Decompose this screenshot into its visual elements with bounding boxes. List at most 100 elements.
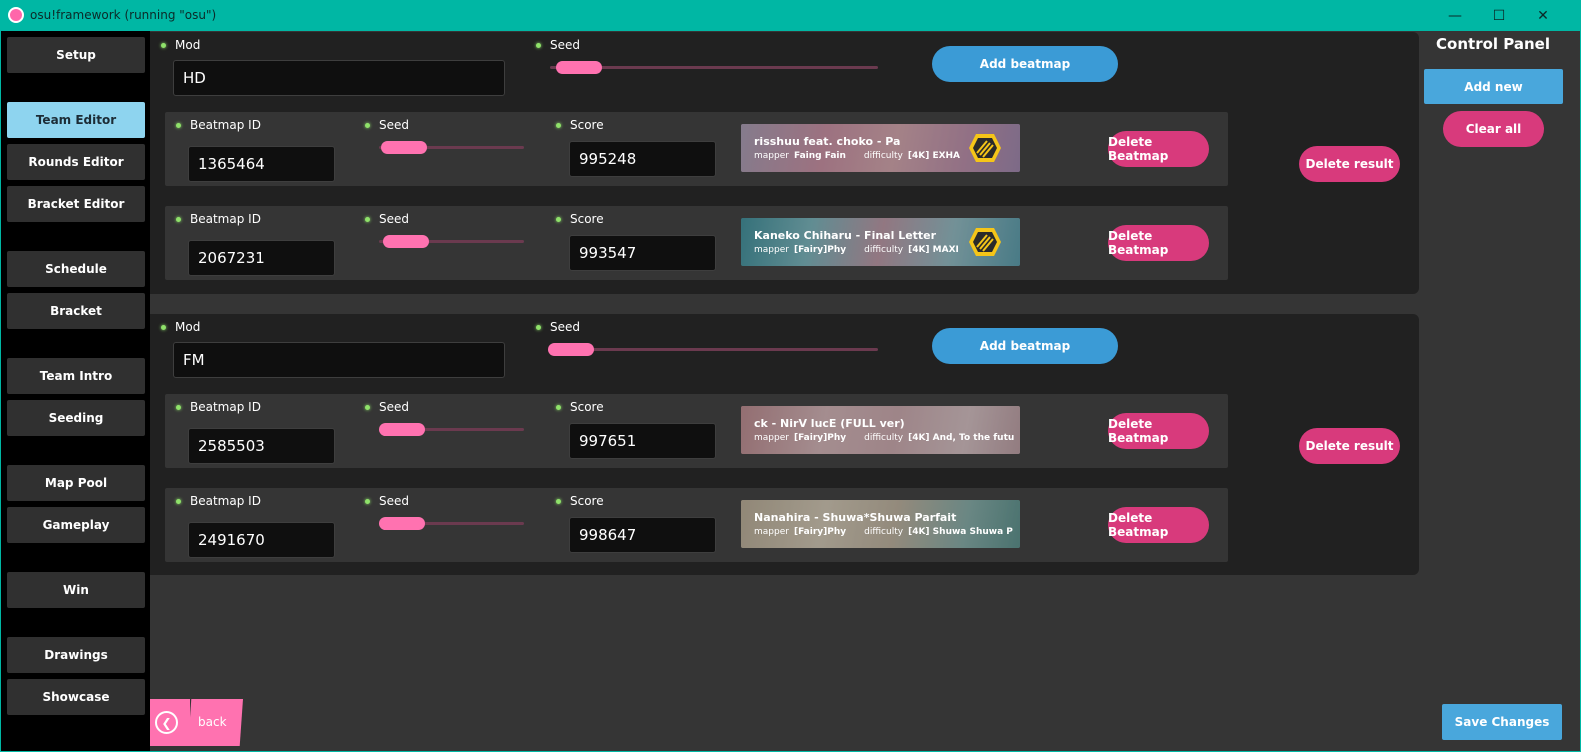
score-input[interactable]: 995248 bbox=[569, 141, 716, 177]
mapper-label: mapper bbox=[754, 527, 789, 537]
status-dot-icon bbox=[365, 216, 370, 222]
slider-knob[interactable] bbox=[383, 235, 429, 248]
status-dot-icon bbox=[556, 216, 561, 222]
difficulty-value: [4K] EXHA bbox=[907, 151, 961, 161]
mod-label: Mod bbox=[175, 320, 201, 334]
seed-slider[interactable] bbox=[379, 423, 524, 436]
slider-knob[interactable] bbox=[556, 61, 602, 74]
title-bar: osu!framework (running "osu") — ☐ ✕ bbox=[0, 0, 1581, 31]
sidebar: Setup Team Editor Rounds Editor Bracket … bbox=[1, 31, 150, 751]
status-dot-icon bbox=[536, 324, 541, 330]
sidebar-item-schedule[interactable]: Schedule bbox=[7, 251, 145, 287]
beatmap-id-input[interactable]: 2067231 bbox=[188, 240, 335, 276]
clear-all-button[interactable]: Clear all bbox=[1443, 111, 1544, 147]
beatmap-id-input[interactable]: 2491670 bbox=[188, 522, 335, 558]
window-title: osu!framework (running "osu") bbox=[30, 8, 217, 22]
beatmap-id-label: Beatmap ID bbox=[190, 494, 261, 508]
mapper-value: Faing Fain bbox=[793, 151, 846, 161]
difficulty-value: [4K] MAXI bbox=[908, 245, 959, 255]
slider-knob[interactable] bbox=[379, 423, 425, 436]
delete-beatmap-button[interactable]: Delete Beatmap bbox=[1108, 413, 1209, 449]
seed-label: Seed bbox=[550, 320, 580, 334]
delete-result-button[interactable]: Delete result bbox=[1299, 428, 1400, 464]
slider-knob[interactable] bbox=[379, 517, 425, 530]
difficulty-label: difficulty bbox=[864, 245, 904, 255]
status-dot-icon bbox=[365, 404, 370, 410]
save-changes-button[interactable]: Save Changes bbox=[1442, 704, 1562, 740]
mod-group: Mod FM Seed Add beatmap Beatmap ID 25855… bbox=[150, 314, 1419, 575]
score-label: Score bbox=[570, 494, 604, 508]
sidebar-item-seeding[interactable]: Seeding bbox=[7, 400, 145, 436]
beatmap-card: risshuu feat. choko - Pa mapper Faing Fai… bbox=[741, 124, 1020, 172]
beatmap-title: Nanahira - Shuwa*Shuwa Parfait bbox=[754, 511, 957, 524]
mapper-value: [Fairy]Phy bbox=[793, 433, 847, 443]
beatmap-card: Kaneko Chiharu - Final Letter mapper [Fai… bbox=[741, 218, 1020, 266]
seed-slider[interactable] bbox=[379, 141, 524, 154]
mapper-label: mapper bbox=[754, 245, 789, 255]
mod-label: Mod bbox=[175, 38, 201, 52]
status-dot-icon bbox=[161, 324, 166, 330]
mapper-value: [Fairy]Phy bbox=[793, 245, 847, 255]
beatmap-id-label: Beatmap ID bbox=[190, 212, 261, 226]
beatmap-id-input[interactable]: 1365464 bbox=[188, 146, 335, 182]
status-dot-icon bbox=[176, 404, 181, 410]
beatmap-id-input[interactable]: 2585503 bbox=[188, 428, 335, 464]
slider-knob[interactable] bbox=[548, 343, 594, 356]
mapper-value: [Fairy]Phy bbox=[793, 527, 847, 537]
mod-input[interactable]: HD bbox=[173, 60, 505, 96]
sidebar-item-gameplay[interactable]: Gameplay bbox=[7, 507, 145, 543]
score-input[interactable]: 998647 bbox=[569, 517, 716, 553]
status-dot-icon bbox=[176, 216, 181, 222]
status-dot-icon bbox=[176, 498, 181, 504]
score-input[interactable]: 993547 bbox=[569, 235, 716, 271]
sidebar-item-win[interactable]: Win bbox=[7, 572, 145, 608]
back-button[interactable]: ❮ back bbox=[150, 699, 243, 746]
status-dot-icon bbox=[365, 498, 370, 504]
delete-beatmap-button[interactable]: Delete Beatmap bbox=[1108, 507, 1209, 543]
score-input[interactable]: 997651 bbox=[569, 423, 716, 459]
mod-group: Mod HD Seed Add beatmap Beatmap ID 13654… bbox=[150, 32, 1419, 294]
seed-label: Seed bbox=[379, 118, 409, 132]
add-new-button[interactable]: Add new bbox=[1424, 69, 1563, 104]
sidebar-item-map-pool[interactable]: Map Pool bbox=[7, 465, 145, 501]
mapper-label: mapper bbox=[754, 151, 789, 161]
sidebar-item-setup[interactable]: Setup bbox=[7, 37, 145, 73]
main-content: Mod HD Seed Add beatmap Beatmap ID 13654… bbox=[150, 31, 1423, 751]
control-panel-title: Control Panel bbox=[1436, 35, 1550, 53]
status-dot-icon bbox=[161, 42, 166, 48]
seed-label: Seed bbox=[379, 212, 409, 226]
seed-slider[interactable] bbox=[379, 235, 524, 248]
mod-badge-icon bbox=[969, 134, 1001, 162]
slider-knob[interactable] bbox=[381, 141, 427, 154]
sidebar-item-bracket-editor[interactable]: Bracket Editor bbox=[7, 186, 145, 222]
seed-slider[interactable] bbox=[550, 61, 878, 74]
sidebar-item-rounds-editor[interactable]: Rounds Editor bbox=[7, 144, 145, 180]
osu-logo-icon bbox=[8, 7, 24, 23]
score-label: Score bbox=[570, 212, 604, 226]
mod-input[interactable]: FM bbox=[173, 342, 505, 378]
sidebar-item-showcase[interactable]: Showcase bbox=[7, 679, 145, 715]
chevron-left-icon: ❮ bbox=[155, 711, 178, 734]
delete-beatmap-button[interactable]: Delete Beatmap bbox=[1108, 225, 1209, 261]
seed-label: Seed bbox=[379, 494, 409, 508]
minimize-button[interactable]: — bbox=[1433, 0, 1477, 31]
maximize-button[interactable]: ☐ bbox=[1477, 0, 1521, 31]
delete-beatmap-button[interactable]: Delete Beatmap bbox=[1108, 131, 1209, 167]
sidebar-item-team-intro[interactable]: Team Intro bbox=[7, 358, 145, 394]
add-beatmap-button[interactable]: Add beatmap bbox=[932, 328, 1118, 364]
mapper-label: mapper bbox=[754, 433, 789, 443]
sidebar-item-team-editor[interactable]: Team Editor bbox=[7, 102, 145, 138]
mod-badge-icon bbox=[969, 228, 1001, 256]
sidebar-item-bracket[interactable]: Bracket bbox=[7, 293, 145, 329]
difficulty-value: [4K] Shuwa Shuwa P bbox=[908, 527, 1013, 537]
beatmap-title: Kaneko Chiharu - Final Letter bbox=[754, 229, 937, 242]
seed-slider[interactable] bbox=[548, 343, 878, 356]
add-beatmap-button[interactable]: Add beatmap bbox=[932, 46, 1118, 82]
sidebar-item-drawings[interactable]: Drawings bbox=[7, 637, 145, 673]
delete-result-button[interactable]: Delete result bbox=[1299, 146, 1400, 182]
seed-slider[interactable] bbox=[379, 517, 524, 530]
beatmap-card: Nanahira - Shuwa*Shuwa Parfait mapper [Fa… bbox=[741, 500, 1020, 548]
close-button[interactable]: ✕ bbox=[1521, 0, 1565, 31]
seed-label: Seed bbox=[550, 38, 580, 52]
beatmap-row: Beatmap ID 1365464 Seed Score 995248 ris… bbox=[165, 112, 1228, 186]
